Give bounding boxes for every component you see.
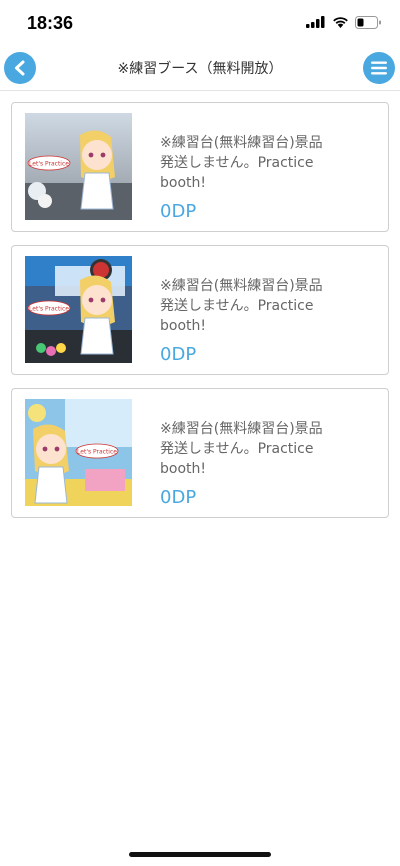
battery-icon	[355, 15, 381, 29]
booth-card-text: ※練習台(無料練習台)景品発送しません。Practice booth! 0DP	[160, 133, 330, 222]
status-bar: 18:36	[0, 0, 400, 46]
nav-header: ※練習ブース（無料開放）	[0, 46, 400, 91]
booth-card-text: ※練習台(無料練習台)景品発送しません。Practice booth! 0DP	[160, 276, 330, 365]
booth-card[interactable]: Let's Practice ※練習台(無料練習台)景品発送しません。Pract…	[11, 245, 389, 375]
booth-thumbnail[interactable]: Let's Practice	[25, 113, 132, 220]
thumb-caption: Let's Practice	[29, 161, 69, 168]
booth-price: 0DP	[160, 201, 197, 222]
hamburger-icon	[371, 61, 387, 75]
signal-icon	[306, 16, 325, 28]
booth-description: ※練習台(無料練習台)景品発送しません。Practice booth!	[160, 278, 323, 334]
booth-card-text: ※練習台(無料練習台)景品発送しません。Practice booth! 0DP	[160, 419, 330, 508]
thumb-caption: Let's Practice	[77, 449, 117, 456]
menu-button[interactable]	[363, 52, 395, 84]
booth-list: Let's Practice ※練習台(無料練習台)景品発送しません。Pract…	[11, 102, 389, 531]
thumb-caption: Let's Practice	[29, 306, 69, 313]
booth-price: 0DP	[160, 344, 197, 365]
booth-price: 0DP	[160, 487, 197, 508]
booth-card[interactable]: Let's Practice ※練習台(無料練習台)景品発送しません。Pract…	[11, 388, 389, 518]
booth-description: ※練習台(無料練習台)景品発送しません。Practice booth!	[160, 135, 323, 191]
wifi-icon	[333, 17, 348, 28]
booth-description: ※練習台(無料練習台)景品発送しません。Practice booth!	[160, 421, 323, 477]
booth-thumbnail[interactable]: Let's Practice	[25, 256, 132, 363]
page-title: ※練習ブース（無料開放）	[117, 61, 283, 77]
status-time: 18:36	[27, 13, 74, 33]
booth-thumbnail[interactable]: Let's Practice	[25, 399, 132, 506]
home-indicator	[129, 852, 271, 857]
status-icons	[306, 14, 382, 30]
booth-card[interactable]: Let's Practice ※練習台(無料練習台)景品発送しません。Pract…	[11, 102, 389, 232]
